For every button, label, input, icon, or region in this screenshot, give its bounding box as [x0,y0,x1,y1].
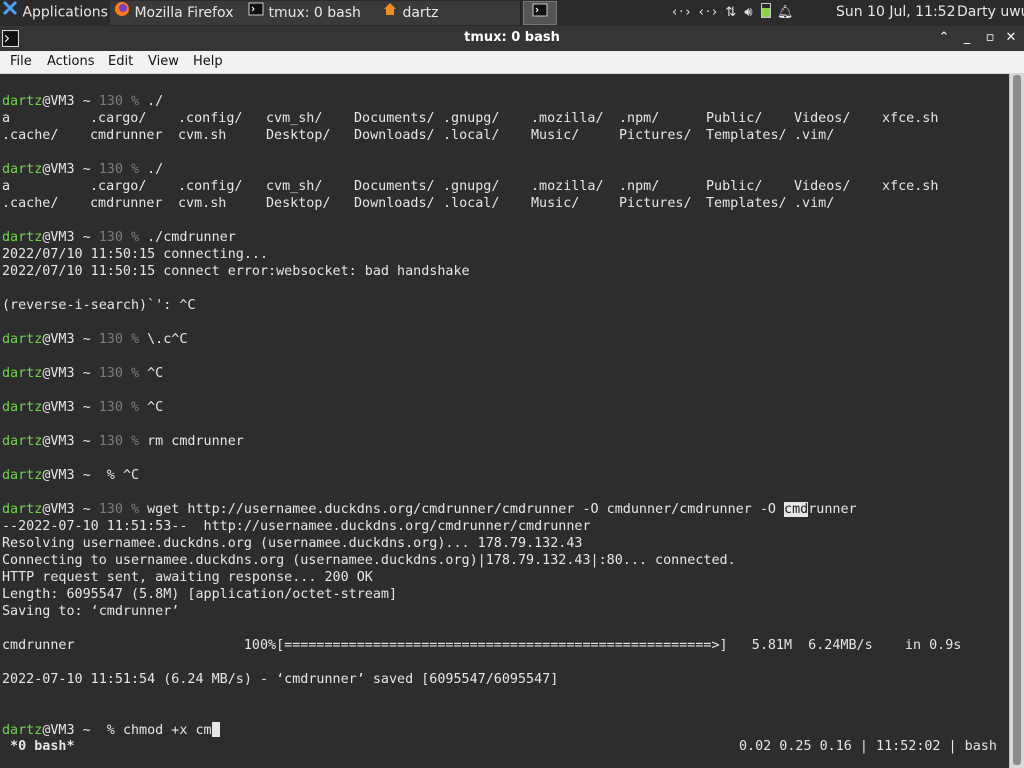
transfer-arrows-icon[interactable]: ⇅ [725,5,738,20]
terminal-line: 2022-07-10 11:51:54 (6.24 MB/s) - ‘cmdru… [2,672,559,687]
menu-file[interactable]: File [10,53,32,71]
terminal-line: (reverse-i-search)`': ^C [2,298,196,313]
home-folder-icon [382,1,398,25]
terminal-launcher-button[interactable] [523,1,557,25]
volume-icon[interactable]: 🔊︎ [744,5,754,20]
menu-help[interactable]: Help [193,53,223,71]
network-icon[interactable]: ‹·› [699,5,720,20]
terminal-icon [532,2,548,27]
terminal-line: dartz@VM3 ~ 130 % rm cmdrunner [2,434,244,449]
tmux-window-tab[interactable]: *0 bash* [2,738,75,755]
tmux-status-right: 0.02 0.25 0.16 | 11:52:02 | bash [738,739,1005,754]
menu-edit[interactable]: Edit [108,53,133,71]
task-label: Mozilla Firefox [134,5,234,21]
maximize-button[interactable]: ▫ [981,29,999,47]
terminal-area[interactable] [0,74,1009,768]
scrollbar-thumb[interactable] [1013,75,1021,765]
window-titlebar[interactable]: tmux: 0 bash ⌃ _ ▫ ✕ [0,26,1024,51]
terminal-line: dartz@VM3 ~ 130 % \.c^C [2,332,188,347]
terminal-line: dartz@VM3 ~ 130 % ./ [2,94,164,109]
user-menu[interactable]: Darty uwu [957,0,1024,26]
terminal-line: dartz@VM3 ~ 130 % ^C [2,400,164,415]
terminal-line: Saving to: ‘cmdrunner’ [2,604,180,619]
top-panel: Applications Mozilla Firefox tmux: 0 bas… [0,0,1024,26]
terminal-line: dartz@VM3 ~ 130 % wget http://usernamee.… [2,502,857,517]
terminal-line: dartz@VM3 ~ 130 % ./ [2,162,164,177]
menu-view[interactable]: View [148,53,179,71]
terminal-line: 2022/07/10 11:50:15 connecting... [2,247,269,262]
terminal-line: --2022-07-10 11:51:53-- http://usernamee… [2,519,591,534]
terminal-line: Resolving usernamee.duckdns.org (usernam… [2,536,583,551]
current-prompt-line[interactable]: dartz@VM3 ~ % chmod +x cm [2,722,220,739]
text-cursor [211,722,220,737]
terminal-line: dartz@VM3 ~ 130 % ./cmdrunner [2,230,236,245]
terminal-line: Length: 6095547 (5.8M) [application/octe… [2,587,398,602]
task-tmux[interactable]: tmux: 0 bash [244,1,379,25]
network-icon[interactable]: ‹·› [672,5,693,20]
clock[interactable]: Sun 10 Jul, 11:52 [836,0,956,26]
xfce-logo-icon [2,0,18,25]
selection-highlight: cmd [784,502,809,517]
firefox-icon [114,1,130,25]
applications-label: Applications [22,4,108,21]
task-label: tmux: 0 bash [268,5,361,21]
terminal-line: HTTP request sent, awaiting response... … [2,570,373,585]
terminal-line: 2022/07/10 11:50:15 connect error:websoc… [2,264,470,279]
menubar: File Actions Edit View Help [0,51,1024,74]
tray-icons: ‹·› ‹·› ⇅ 🔊︎ 🔔︎ [666,0,806,26]
window-title: tmux: 0 bash [464,30,560,45]
close-button[interactable]: ✕ [1002,29,1020,47]
menu-actions[interactable]: Actions [47,53,95,71]
terminal-line: Connecting to usernamee.duckdns.org (use… [2,553,736,568]
battery-icon[interactable] [760,3,771,18]
shade-button[interactable]: ⌃ [935,29,953,47]
terminal-icon [248,1,264,25]
terminal-line: dartz@VM3 ~ 130 % ^C [2,366,164,381]
scrollbar[interactable] [1009,74,1024,768]
notification-bell-icon[interactable]: 🔔︎ [777,5,796,20]
terminal-line: dartz@VM3 ~ % ^C [2,468,140,483]
applications-menu-button[interactable]: Applications [2,0,108,26]
tmux-status-bar: *0 bash* 0.02 0.25 0.16 | 11:52:02 | bas… [0,738,1009,755]
download-progress-line: cmdrunner 100%[=========================… [2,638,962,653]
task-dartz-folder[interactable]: dartz [378,1,521,25]
minimize-button[interactable]: _ [958,29,976,47]
task-label: dartz [402,5,439,21]
task-firefox[interactable]: Mozilla Firefox [110,1,248,25]
